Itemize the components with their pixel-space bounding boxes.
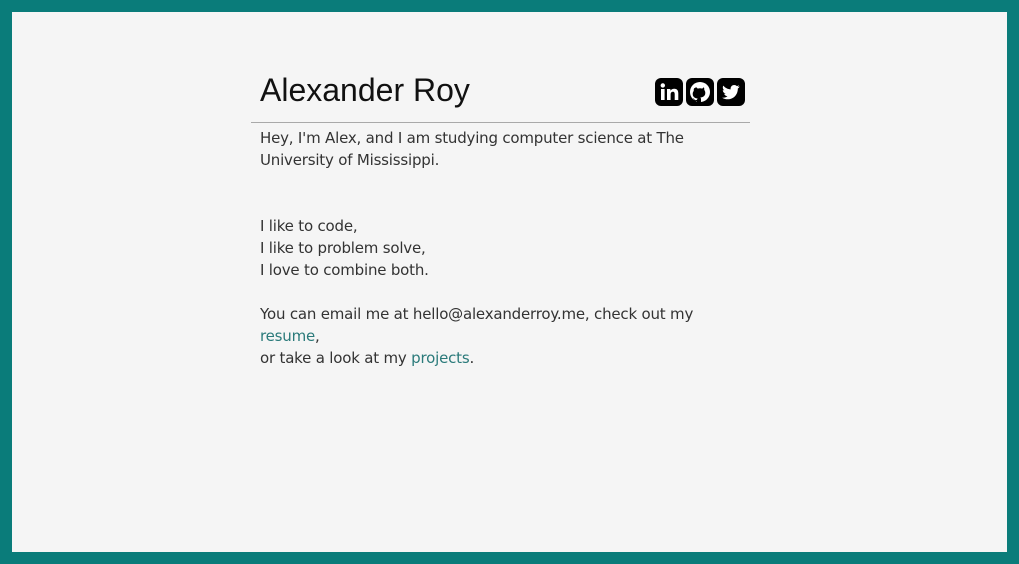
contact-suffix: .: [469, 349, 475, 367]
twitter-icon[interactable]: [717, 78, 745, 106]
social-links: [655, 78, 745, 106]
contact-comma: ,: [315, 327, 320, 345]
contact-line-1: You can email me at hello@alexanderroy.m…: [260, 303, 741, 347]
like-line-3: I love to combine both.: [260, 261, 429, 279]
like-line-1: I like to code,: [260, 217, 358, 235]
header: Alexander Roy: [251, 70, 750, 123]
profile-card: Alexander Roy Hey, I'm Alex, and I am st…: [251, 70, 750, 369]
contact-line-2: or take a look at my projects.: [260, 347, 741, 369]
intro-text: Hey, I'm Alex, and I am studying compute…: [260, 129, 684, 169]
like-line-2: I like to problem solve,: [260, 239, 426, 257]
bio-content: Hey, I'm Alex, and I am studying compute…: [251, 123, 750, 369]
resume-link[interactable]: resume: [260, 327, 315, 345]
github-icon[interactable]: [686, 78, 714, 106]
contact-prefix: You can email me at hello@alexanderroy.m…: [260, 305, 694, 323]
contact-line2-prefix: or take a look at my: [260, 349, 412, 367]
page-title: Alexander Roy: [260, 72, 470, 108]
linkedin-icon[interactable]: [655, 78, 683, 106]
page-frame: Alexander Roy Hey, I'm Alex, and I am st…: [12, 12, 1007, 552]
projects-link[interactable]: projects: [411, 349, 469, 367]
